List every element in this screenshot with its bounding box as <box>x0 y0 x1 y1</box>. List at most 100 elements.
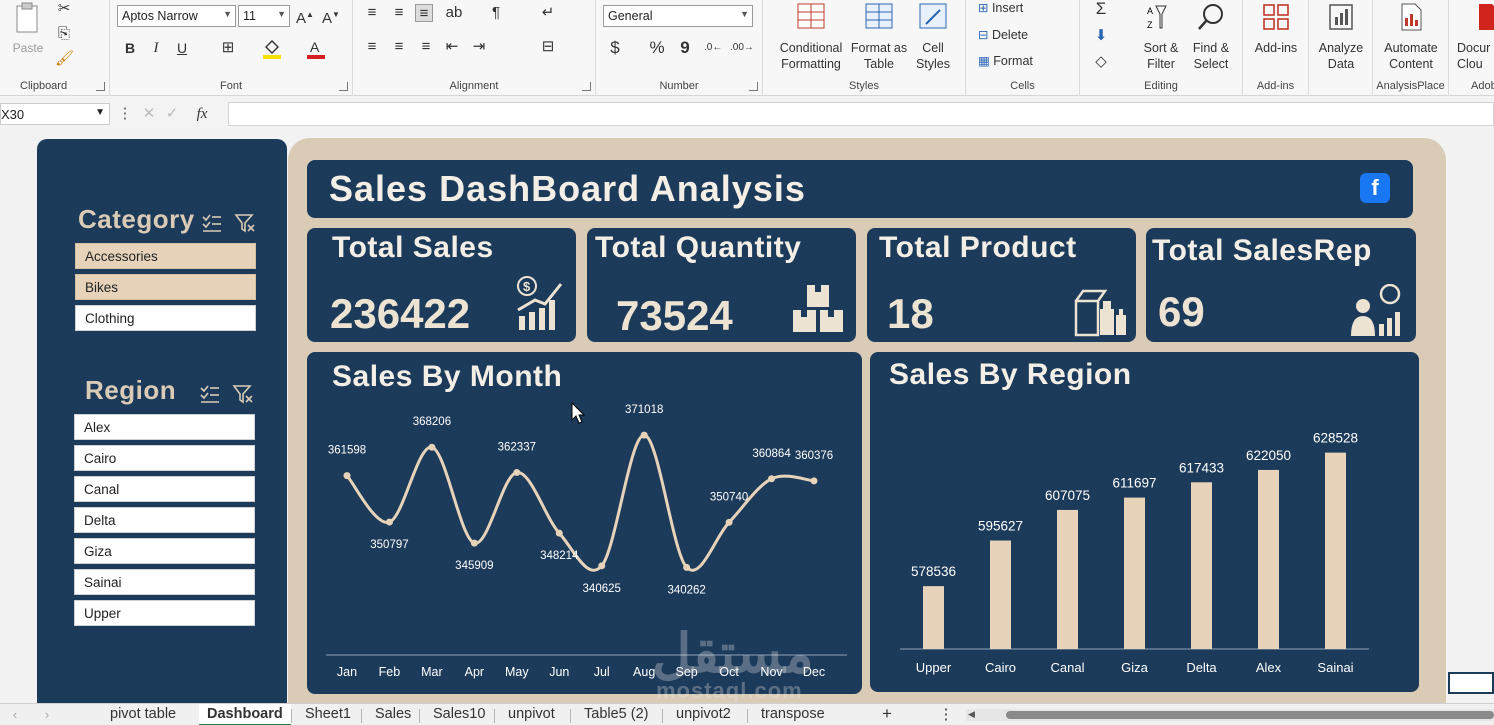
clear-icon[interactable]: ◇ <box>1092 53 1110 71</box>
align-middle-icon[interactable]: ≡ <box>390 4 408 22</box>
chevron-down-icon: ▼ <box>223 9 232 19</box>
borders-icon[interactable]: ⊞ <box>219 39 237 57</box>
ribbon: Paste ✂ ⎘ 🖌 Clipboard Aptos Narrow ▼ 11 ▼ … <box>0 0 1494 96</box>
align-center-icon[interactable]: ≡ <box>390 38 408 56</box>
sort-filter-button[interactable]: AZ Sort & Filter <box>1138 2 1184 72</box>
tab-unpivot[interactable]: unpivot <box>508 706 555 722</box>
kpi-value: 236422 <box>330 290 471 337</box>
font-name-select[interactable]: Aptos Narrow ▼ <box>117 5 236 27</box>
comma-button[interactable]: 9 <box>676 39 694 57</box>
multi-select-icon[interactable] <box>199 383 221 405</box>
underline-button[interactable]: U <box>173 39 191 57</box>
bold-button[interactable]: B <box>121 39 139 57</box>
slicer-item-delta[interactable]: Delta <box>74 507 255 533</box>
format-as-table-button[interactable]: Format as Table <box>849 2 909 72</box>
increase-decimal-icon[interactable]: .0← <box>704 39 722 57</box>
number-format-select[interactable]: General ▼ <box>603 5 753 27</box>
orientation-icon[interactable]: ab <box>445 4 463 22</box>
font-size-select[interactable]: 11 ▼ <box>238 5 290 27</box>
slicer-item-accessories[interactable]: Accessories <box>75 243 256 269</box>
fill-color-button[interactable] <box>262 38 282 60</box>
tab-transpose[interactable]: transpose <box>761 706 825 722</box>
insert-button[interactable]: ⊞ Insert <box>978 0 1023 15</box>
scroll-left-arrow-icon[interactable]: ◀ <box>968 709 975 720</box>
tab-table5-2[interactable]: Table5 (2) <box>584 706 648 722</box>
wrap-text-icon[interactable]: ↵ <box>539 4 557 22</box>
fill-icon[interactable]: ⬇ <box>1092 27 1110 45</box>
more-sheets-icon[interactable]: ⋮ <box>937 706 955 724</box>
percent-button[interactable]: % <box>648 39 666 57</box>
currency-button[interactable]: $ <box>606 39 624 57</box>
merge-center-icon[interactable]: ⊟ <box>539 38 557 56</box>
mouse-cursor-icon <box>571 402 586 424</box>
decrease-decimal-icon[interactable]: .00→ <box>730 39 754 57</box>
selected-cell[interactable] <box>1448 672 1494 694</box>
delete-button[interactable]: ⊟ Delete <box>978 27 1028 42</box>
decrease-font-icon[interactable]: A▼ <box>322 6 340 27</box>
align-bottom-icon[interactable]: ≡ <box>415 4 433 22</box>
align-top-icon[interactable]: ≡ <box>363 4 381 22</box>
cancel-icon[interactable]: ✕ <box>140 105 158 123</box>
font-launcher-icon[interactable] <box>339 82 348 91</box>
slicer-item-upper[interactable]: Upper <box>74 600 255 626</box>
cut-icon[interactable]: ✂ <box>55 0 73 18</box>
paste-button[interactable]: Paste <box>10 2 46 55</box>
horizontal-scrollbar[interactable]: ◀ <box>966 709 1494 721</box>
x-tick-label: Giza <box>1121 660 1149 675</box>
tab-pivot-table[interactable]: pivot table <box>110 706 176 722</box>
increase-font-icon[interactable]: A▲ <box>296 6 314 27</box>
clear-filter-icon[interactable] <box>232 383 254 405</box>
slicer-item-bikes[interactable]: Bikes <box>75 274 256 300</box>
analyze-data-button[interactable]: Analyze Data <box>1315 2 1367 72</box>
scroll-right-icon[interactable]: › <box>38 706 56 724</box>
slicer-item-clothing[interactable]: Clothing <box>75 305 256 331</box>
scroll-left-icon[interactable]: ‹ <box>6 706 24 724</box>
conditional-formatting-button[interactable]: Conditional Formatting <box>771 2 851 72</box>
alignment-launcher-icon[interactable] <box>582 82 591 91</box>
slicer-item-cairo[interactable]: Cairo <box>74 445 255 471</box>
tab-unpivot2[interactable]: unpivot2 <box>676 706 731 722</box>
more-options-icon[interactable]: ⋮ <box>116 105 134 123</box>
tab-sheet1[interactable]: Sheet1 <box>305 706 351 722</box>
formula-input[interactable] <box>228 102 1494 126</box>
x-tick-label: Canal <box>1051 660 1085 675</box>
enter-icon[interactable]: ✓ <box>163 105 181 123</box>
slicer-item-canal[interactable]: Canal <box>74 476 255 502</box>
decrease-indent-icon[interactable]: ⇤ <box>443 38 461 56</box>
x-tick-label: Alex <box>1256 660 1282 675</box>
format-painter-icon[interactable]: 🖌 <box>55 50 74 68</box>
addins-button[interactable]: Add-ins <box>1249 2 1303 56</box>
slicer-item-sainai[interactable]: Sainai <box>74 569 255 595</box>
find-select-button[interactable]: Find & Select <box>1186 2 1236 72</box>
tab-sales[interactable]: Sales <box>375 706 411 722</box>
increase-indent-icon[interactable]: ⇥ <box>470 38 488 56</box>
tab-sales10[interactable]: Sales10 <box>433 706 485 722</box>
cell-styles-button[interactable]: Cell Styles <box>911 2 955 72</box>
facebook-icon[interactable]: f <box>1360 173 1390 203</box>
data-point <box>598 562 606 570</box>
automate-content-button[interactable]: Automate Content <box>1379 2 1443 72</box>
copy-icon[interactable]: ⎘ <box>55 25 73 43</box>
data-label: 628528 <box>1313 431 1358 446</box>
name-box[interactable]: X30 ▼ <box>0 103 110 125</box>
align-right-icon[interactable]: ≡ <box>417 38 435 56</box>
autosum-icon[interactable]: Σ <box>1092 0 1110 18</box>
slicer-item-alex[interactable]: Alex <box>74 414 255 440</box>
font-label: Font <box>219 80 242 92</box>
adobe-document-button[interactable]: Docur Clou <box>1457 2 1494 72</box>
text-direction-icon[interactable]: ¶ <box>487 4 505 22</box>
slicer-item-giza[interactable]: Giza <box>74 538 255 564</box>
font-color-button[interactable]: A <box>306 38 326 60</box>
number-launcher-icon[interactable] <box>749 82 758 91</box>
chevron-down-icon: ▼ <box>95 107 105 118</box>
format-button[interactable]: ▦ Format <box>978 53 1033 68</box>
tab-dashboard[interactable]: Dashboard <box>199 704 291 725</box>
clipboard-launcher-icon[interactable] <box>96 82 105 91</box>
align-left-icon[interactable]: ≡ <box>363 38 381 56</box>
italic-button[interactable]: I <box>147 39 165 57</box>
add-sheet-button[interactable]: + <box>878 705 896 723</box>
clear-filter-icon[interactable] <box>234 212 256 234</box>
scrollbar-thumb[interactable] <box>1006 711 1494 719</box>
multi-select-icon[interactable] <box>201 212 223 234</box>
insert-function-button[interactable]: fx <box>190 105 214 123</box>
